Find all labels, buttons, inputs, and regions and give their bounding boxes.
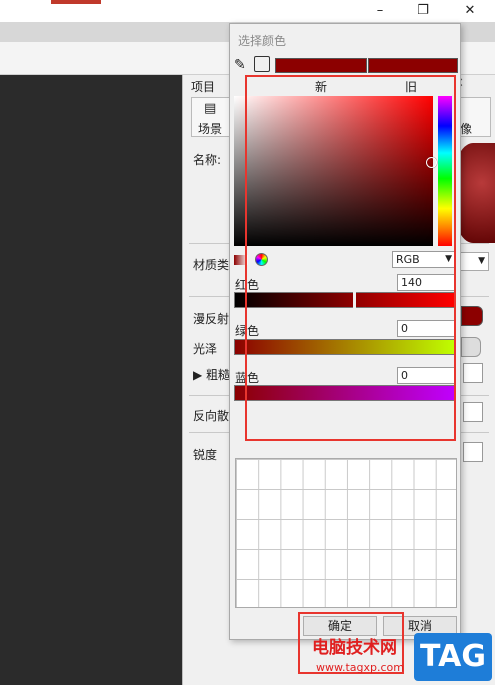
watermark-text: 电脑技术网 [312,638,397,658]
app-accent-chip [51,0,101,4]
scene-icon: ▤ [204,101,217,116]
restore-button[interactable]: ❐ [408,1,438,21]
old-color-swatch[interactable] [368,58,458,73]
annotation-highlight-picker [245,75,456,441]
gloss-label: 光泽 [193,342,218,356]
roughness-input[interactable] [463,363,483,383]
tab-scene-label: 场景 [198,122,223,136]
tab-image-label: 像 [460,122,473,136]
minimize-button[interactable]: – [365,1,395,21]
diffuse-color-swatch[interactable] [461,306,483,326]
tab-scene[interactable]: ▤ 场景 [191,97,231,137]
material-type-dropdown[interactable]: ▼ [459,252,489,271]
sharpness-label: 锐度 [193,448,218,462]
sharpness-input[interactable] [463,442,483,462]
reflection-label: 反向散 [193,409,230,423]
watermark-url: www.tagxp.com [316,661,404,674]
roughness-label: ▶ 粗糙 [193,368,231,382]
new-color-swatch [275,58,367,73]
eyedropper-icon[interactable]: ✎ [234,57,246,73]
save-color-icon[interactable] [254,56,270,72]
watermark-badge: TAG [414,633,492,681]
name-label: 名称: [193,153,222,167]
reflection-input[interactable] [463,402,483,422]
custom-color-grid[interactable] [235,458,457,608]
dialog-title: 选择颜色 [238,34,287,48]
close-button[interactable]: ✕ [455,1,485,21]
material-type-label: 材质类 [193,258,230,272]
diffuse-label: 漫反射 [193,312,230,326]
gloss-swatch[interactable] [461,337,481,357]
render-viewport[interactable] [0,75,182,685]
panel-header: 项目 [191,80,216,94]
